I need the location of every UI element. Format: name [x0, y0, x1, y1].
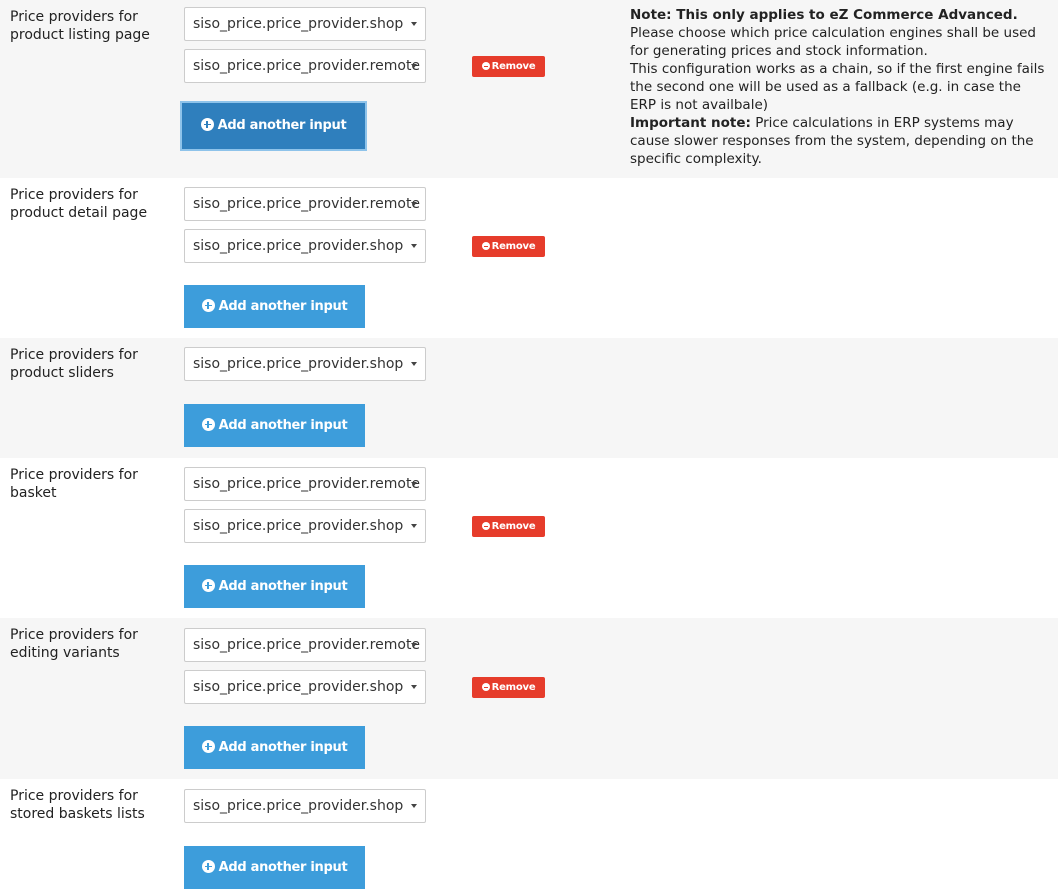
select-value: siso_price.price_provider.remote	[193, 637, 421, 653]
plus-circle-icon	[201, 418, 215, 431]
price-provider-select[interactable]: siso_price.price_provider.remote	[184, 467, 426, 501]
add-label: Add another input	[218, 579, 348, 594]
select-value: siso_price.price_provider.shop	[193, 356, 404, 372]
price-provider-select[interactable]: siso_price.price_provider.shop	[184, 789, 426, 823]
caret-down-icon	[411, 643, 417, 647]
section-label: Price providers for editing variants	[10, 627, 138, 661]
note-line-1: Please choose which price calculation en…	[630, 25, 1036, 59]
select-value: siso_price.price_provider.shop	[193, 679, 404, 695]
plus-circle-icon	[201, 860, 215, 873]
section-basket: Price providers for basket siso_price.pr…	[0, 458, 1058, 618]
minus-circle-icon	[481, 62, 490, 70]
select-value: siso_price.price_provider.shop	[193, 798, 404, 814]
remove-button[interactable]: Remove	[472, 677, 545, 698]
section-label: Price providers for product sliders	[10, 347, 138, 381]
note-line-2: This configuration works as a chain, so …	[630, 61, 1045, 113]
price-provider-select[interactable]: siso_price.price_provider.remote	[184, 49, 426, 83]
section-label: Price providers for basket	[10, 467, 138, 501]
remove-button[interactable]: Remove	[472, 236, 545, 257]
plus-circle-icon	[201, 579, 215, 592]
caret-down-icon	[411, 482, 417, 486]
caret-down-icon	[411, 22, 417, 26]
remove-label: Remove	[491, 521, 536, 532]
select-value: siso_price.price_provider.shop	[193, 518, 404, 534]
section-product-listing: Price providers for product listing page…	[0, 0, 1058, 178]
caret-down-icon	[411, 244, 417, 248]
add-another-input-button[interactable]: Add another input	[184, 285, 365, 328]
caret-down-icon	[411, 685, 417, 689]
select-value: siso_price.price_provider.remote	[193, 196, 421, 212]
section-label: Price providers for product detail page	[10, 187, 148, 221]
minus-circle-icon	[481, 683, 490, 691]
price-provider-select[interactable]: siso_price.price_provider.remote	[184, 628, 426, 662]
add-another-input-button[interactable]: Add another input	[184, 846, 365, 889]
caret-down-icon	[411, 64, 417, 68]
section-editing-variants: Price providers for editing variants sis…	[0, 618, 1058, 779]
remove-label: Remove	[491, 241, 536, 252]
section-label: Price providers for product listing page	[10, 9, 150, 43]
minus-circle-icon	[481, 522, 490, 530]
caret-down-icon	[411, 524, 417, 528]
note-title: Note: This only applies to eZ Commerce A…	[630, 7, 1018, 23]
section-product-sliders: Price providers for product sliders siso…	[0, 338, 1058, 458]
section-stored-baskets: Price providers for stored baskets lists…	[0, 779, 1058, 894]
add-another-input-button[interactable]: Add another input	[184, 404, 365, 447]
price-provider-select[interactable]: siso_price.price_provider.shop	[184, 229, 426, 263]
remove-label: Remove	[491, 682, 536, 693]
price-provider-select[interactable]: siso_price.price_provider.shop	[184, 509, 426, 543]
add-label: Add another input	[218, 299, 348, 314]
section-label: Price providers for stored baskets lists	[10, 788, 145, 822]
price-provider-select[interactable]: siso_price.price_provider.shop	[184, 670, 426, 704]
price-provider-select[interactable]: siso_price.price_provider.shop	[184, 347, 426, 381]
add-another-input-button[interactable]: Add another input	[184, 565, 365, 608]
add-label: Add another input	[218, 860, 348, 875]
select-value: siso_price.price_provider.shop	[193, 238, 404, 254]
add-label: Add another input	[217, 118, 347, 133]
help-note: Note: This only applies to eZ Commerce A…	[630, 6, 1050, 168]
minus-circle-icon	[481, 242, 490, 250]
caret-down-icon	[411, 362, 417, 366]
select-value: siso_price.price_provider.remote	[193, 58, 421, 74]
plus-circle-icon	[201, 740, 215, 753]
price-provider-select[interactable]: siso_price.price_provider.remote	[184, 187, 426, 221]
plus-circle-icon	[200, 118, 214, 131]
remove-label: Remove	[491, 61, 536, 72]
plus-circle-icon	[201, 299, 215, 312]
caret-down-icon	[411, 804, 417, 808]
select-value: siso_price.price_provider.remote	[193, 476, 421, 492]
section-product-detail: Price providers for product detail page …	[0, 178, 1058, 338]
price-provider-select[interactable]: siso_price.price_provider.shop	[184, 7, 426, 41]
remove-button[interactable]: Remove	[472, 56, 545, 77]
caret-down-icon	[411, 202, 417, 206]
add-label: Add another input	[218, 418, 348, 433]
important-note-label: Important note:	[630, 115, 751, 131]
remove-button[interactable]: Remove	[472, 516, 545, 537]
add-label: Add another input	[218, 740, 348, 755]
select-value: siso_price.price_provider.shop	[193, 16, 404, 32]
add-another-input-button[interactable]: Add another input	[184, 726, 365, 769]
add-another-input-button[interactable]: Add another input	[182, 103, 365, 149]
